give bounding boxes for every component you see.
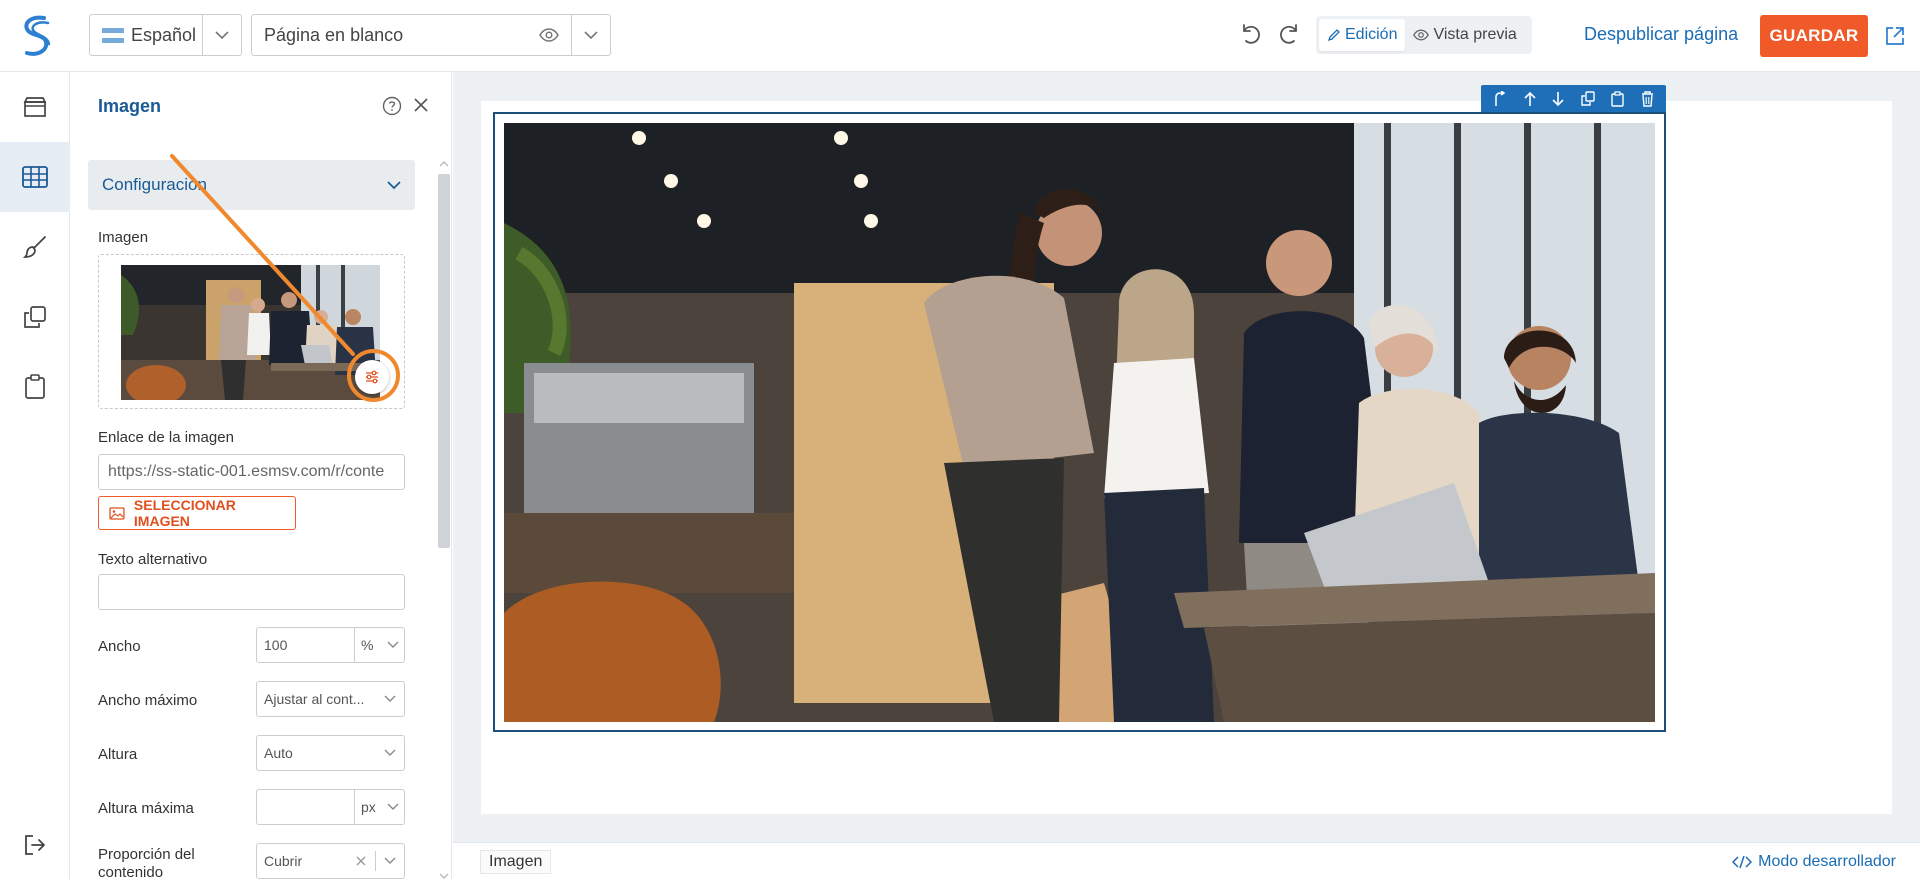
width-unit-select[interactable]: % <box>354 628 404 662</box>
mode-preview-label: Vista previa <box>1433 26 1517 43</box>
clipboard-icon[interactable] <box>1611 90 1624 107</box>
rail-item-style[interactable] <box>0 212 70 282</box>
ratio-label-line-2: contenido <box>98 864 164 879</box>
height-value: Auto <box>264 745 293 761</box>
ratio-value: Cubrir <box>264 853 303 869</box>
chevron-down-icon <box>384 857 396 864</box>
undo-icon[interactable] <box>1238 22 1262 46</box>
unpublish-link[interactable]: Despublicar página <box>1584 24 1738 45</box>
mode-toggle: Edición Vista previa <box>1316 16 1532 54</box>
top-bar: Español Página en blanco Edición Vista p… <box>0 0 1920 72</box>
left-rail <box>0 72 70 879</box>
logout-icon <box>25 835 45 855</box>
annotation-arrow <box>170 154 355 356</box>
page-select[interactable]: Página en blanco <box>251 14 611 56</box>
rail-item-pages[interactable] <box>0 282 70 352</box>
chevron-down-icon <box>387 803 399 810</box>
image-link-input[interactable]: https://ss-static-001.esmsv.com/r/conte <box>98 454 405 490</box>
rail-item-store[interactable] <box>0 72 70 142</box>
pencil-icon <box>1327 29 1340 42</box>
language-label: Español <box>131 24 197 45</box>
logo-icon[interactable] <box>18 14 54 58</box>
save-button[interactable]: GUARDAR <box>1760 15 1868 57</box>
store-icon <box>23 97 47 117</box>
max-height-control[interactable]: px <box>256 789 405 825</box>
mode-edit-button[interactable]: Edición <box>1319 19 1406 51</box>
chevron-down-icon <box>384 749 396 756</box>
scroll-down-icon[interactable] <box>438 872 450 879</box>
ratio-label: Proporción del contenido <box>98 846 195 879</box>
rail-item-blocks[interactable] <box>0 142 70 212</box>
select-parent-icon[interactable] <box>1493 90 1507 107</box>
chevron-down-icon[interactable] <box>572 30 610 40</box>
developer-mode-link[interactable]: Modo desarrollador <box>1732 853 1896 871</box>
office-team-image <box>504 123 1655 722</box>
width-unit: % <box>361 637 374 653</box>
code-icon <box>1732 855 1753 869</box>
eye-icon <box>1413 29 1430 41</box>
developer-mode-label: Modo desarrollador <box>1758 853 1896 870</box>
mode-preview-button[interactable]: Vista previa <box>1405 19 1524 51</box>
chevron-down-icon <box>384 695 396 702</box>
select-image-label: SELECCIONAR IMAGEN <box>133 497 236 529</box>
eye-icon[interactable] <box>527 28 571 42</box>
max-height-unit-select[interactable]: px <box>354 790 404 824</box>
external-link-icon[interactable] <box>1884 25 1906 47</box>
language-select[interactable]: Español <box>89 14 242 56</box>
max-height-unit: px <box>361 799 376 815</box>
grid-icon <box>22 166 48 188</box>
ratio-label-line-1: Proporción del <box>98 846 195 863</box>
width-value[interactable]: 100 <box>257 637 354 653</box>
redo-icon[interactable] <box>1278 22 1302 46</box>
move-down-icon[interactable] <box>1552 91 1564 107</box>
rail-item-clipboard[interactable] <box>0 352 70 422</box>
image-settings-button[interactable] <box>355 360 389 394</box>
status-bar: Imagen Modo desarrollador <box>453 842 1920 879</box>
width-control[interactable]: 100 % <box>256 627 405 663</box>
breadcrumb[interactable]: Imagen <box>480 850 552 874</box>
max-width-value: Ajustar al cont... <box>264 691 365 707</box>
block-toolbar <box>1481 85 1666 112</box>
trash-icon[interactable] <box>1641 90 1654 107</box>
max-width-select[interactable]: Ajustar al cont... <box>256 681 405 717</box>
select-image-button[interactable]: SELECCIONAR IMAGEN <box>98 496 296 530</box>
duplicate-icon[interactable] <box>1581 91 1595 106</box>
copy-icon <box>24 306 46 328</box>
image-icon <box>109 506 125 520</box>
mode-edit-label: Edición <box>1345 26 1398 43</box>
height-label: Altura <box>98 746 138 763</box>
ratio-select[interactable]: Cubrir <box>256 843 405 879</box>
clipboard-icon <box>25 374 45 399</box>
chevron-down-icon[interactable] <box>203 30 241 40</box>
max-width-label: Ancho máximo <box>98 692 198 709</box>
sliders-icon <box>366 370 378 384</box>
width-label: Ancho <box>98 638 141 655</box>
max-height-label: Altura máxima <box>98 800 194 817</box>
clear-icon[interactable] <box>355 855 367 867</box>
move-up-icon[interactable] <box>1524 91 1536 107</box>
alt-text-input[interactable] <box>98 574 405 610</box>
rail-item-logout[interactable] <box>0 810 70 879</box>
argentina-flag-icon <box>102 27 124 43</box>
page-name: Página en blanco <box>264 24 404 45</box>
chevron-down-icon <box>387 641 399 648</box>
height-select[interactable]: Auto <box>256 735 405 771</box>
brush-icon <box>23 236 46 258</box>
link-label: Enlace de la imagen <box>98 429 234 446</box>
alt-text-label: Texto alternativo <box>98 551 208 568</box>
settings-panel: Imagen Configuración Imagen Enlace de la… <box>71 72 452 879</box>
